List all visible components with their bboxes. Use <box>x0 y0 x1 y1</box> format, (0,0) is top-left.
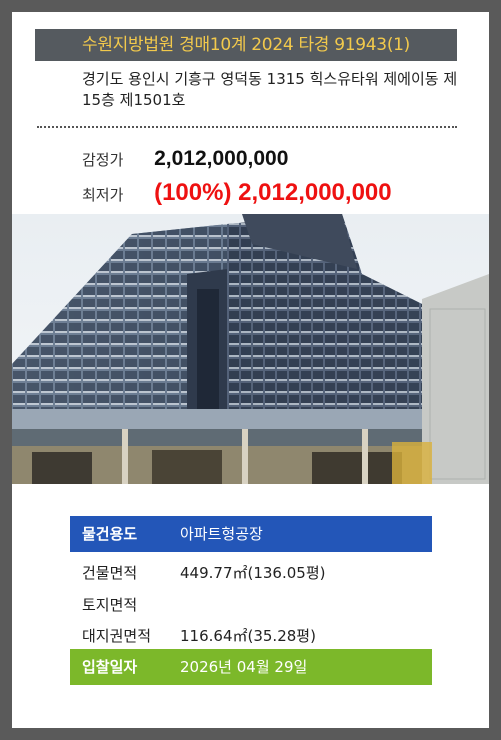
detail-key: 물건용도 <box>82 525 138 543</box>
detail-row-building-area: 건물면적 449.77㎡(136.05평) <box>70 555 432 591</box>
appraisal-price-row: 감정가 2,012,000,000 <box>82 147 288 171</box>
detail-key: 건물면적 <box>82 564 138 582</box>
minimum-price-label: 최저가 <box>82 186 124 204</box>
property-address: 경기도 용인시 기흥구 영덕동 1315 힉스유타워 제에이동 제15층 제15… <box>82 70 458 109</box>
detail-row-usage: 물건용도 아파트형공장 <box>70 516 432 552</box>
building-photo <box>12 214 489 484</box>
auction-card: 수원지방법원 경매10계 2024 타경 91943(1) 경기도 용인시 기흥… <box>12 12 489 728</box>
detail-value: 449.77㎡(136.05평) <box>180 564 326 582</box>
case-title-banner: 수원지방법원 경매10계 2024 타경 91943(1) <box>35 29 457 61</box>
minimum-price-value: (100%) 2,012,000,000 <box>154 179 392 206</box>
appraisal-label: 감정가 <box>82 151 124 169</box>
appraisal-value: 2,012,000,000 <box>154 147 289 170</box>
dotted-divider <box>37 126 457 128</box>
detail-row-bid-date: 입찰일자 2026년 04월 29일 <box>70 649 432 685</box>
detail-value: 아파트형공장 <box>180 525 263 543</box>
building-photo-icon <box>12 214 489 484</box>
minimum-price-row: 최저가 (100%) 2,012,000,000 <box>82 179 392 207</box>
detail-key: 입찰일자 <box>82 658 138 676</box>
detail-value: 2026년 04월 29일 <box>180 658 308 676</box>
